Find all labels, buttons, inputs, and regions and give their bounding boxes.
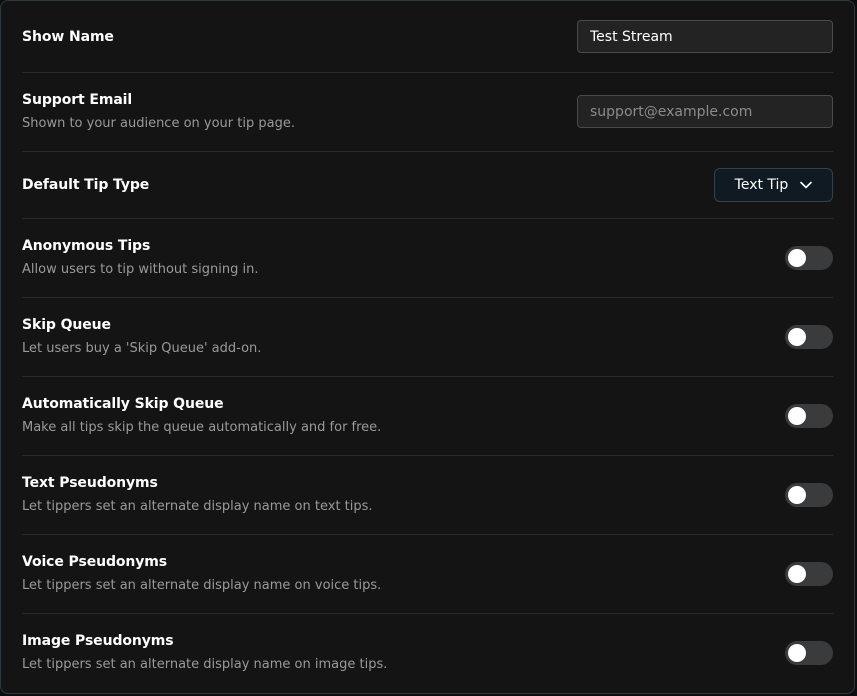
auto-skip-queue-label: Automatically Skip Queue <box>22 396 224 412</box>
toggle-knob <box>788 564 806 583</box>
text-pseudonyms-label: Text Pseudonyms <box>22 475 158 491</box>
setting-row-voice-pseudonyms: Voice Pseudonyms Let tippers set an alte… <box>22 534 833 614</box>
voice-pseudonyms-description: Let tippers set an alternate display nam… <box>22 578 382 593</box>
voice-pseudonyms-label: Voice Pseudonyms <box>22 554 168 570</box>
setting-text: Image Pseudonyms Let tippers set an alte… <box>22 633 387 672</box>
setting-row-show-name: Show Name <box>22 1 833 73</box>
default-tip-type-select[interactable]: Text Tip <box>714 167 833 202</box>
anonymous-tips-label: Anonymous Tips <box>22 238 151 254</box>
toggle-knob <box>788 248 806 267</box>
default-tip-type-value: Text Tip <box>734 176 789 193</box>
auto-skip-queue-toggle[interactable] <box>785 403 833 428</box>
toggle-knob <box>788 406 806 425</box>
setting-row-image-pseudonyms: Image Pseudonyms Let tippers set an alte… <box>22 613 833 692</box>
default-tip-type-label: Default Tip Type <box>22 176 150 193</box>
setting-row-default-tip-type: Default Tip Type Text Tip <box>22 151 833 219</box>
text-pseudonyms-toggle[interactable] <box>785 482 833 507</box>
auto-skip-queue-description: Make all tips skip the queue automatical… <box>22 420 382 435</box>
setting-text: Voice Pseudonyms Let tippers set an alte… <box>22 554 381 593</box>
skip-queue-description: Let users buy a 'Skip Queue' add-on. <box>22 341 262 356</box>
anonymous-tips-toggle[interactable] <box>785 245 833 270</box>
chevron-down-icon <box>800 181 813 189</box>
toggle-knob <box>788 643 806 662</box>
support-email-label: Support Email <box>22 92 133 108</box>
setting-row-skip-queue: Skip Queue Let users buy a 'Skip Queue' … <box>22 297 833 377</box>
setting-row-anonymous-tips: Anonymous Tips Allow users to tip withou… <box>22 218 833 298</box>
toggle-knob <box>788 327 806 346</box>
skip-queue-label: Skip Queue <box>22 317 111 333</box>
anonymous-tips-description: Allow users to tip without signing in. <box>22 262 259 277</box>
setting-text: Support Email Shown to your audience on … <box>22 92 295 131</box>
text-pseudonyms-description: Let tippers set an alternate display nam… <box>22 499 373 514</box>
setting-text: Show Name <box>22 29 114 45</box>
support-email-description: Shown to your audience on your tip page. <box>22 116 295 131</box>
setting-row-auto-skip-queue: Automatically Skip Queue Make all tips s… <box>22 376 833 456</box>
voice-pseudonyms-toggle[interactable] <box>785 561 833 586</box>
show-name-input[interactable] <box>577 20 833 53</box>
show-name-label: Show Name <box>22 28 114 45</box>
skip-queue-toggle[interactable] <box>785 324 833 349</box>
image-pseudonyms-toggle[interactable] <box>785 640 833 665</box>
setting-text: Skip Queue Let users buy a 'Skip Queue' … <box>22 317 261 356</box>
setting-text: Text Pseudonyms Let tippers set an alter… <box>22 475 373 514</box>
setting-row-text-pseudonyms: Text Pseudonyms Let tippers set an alter… <box>22 455 833 535</box>
setting-text: Default Tip Type <box>22 177 149 193</box>
support-email-input[interactable] <box>577 95 833 128</box>
toggle-knob <box>788 485 806 504</box>
setting-row-support-email: Support Email Shown to your audience on … <box>22 72 833 152</box>
setting-text: Automatically Skip Queue Make all tips s… <box>22 396 381 435</box>
setting-text: Anonymous Tips Allow users to tip withou… <box>22 238 258 277</box>
image-pseudonyms-description: Let tippers set an alternate display nam… <box>22 657 388 672</box>
image-pseudonyms-label: Image Pseudonyms <box>22 633 174 649</box>
settings-panel: Show Name Support Email Shown to your au… <box>0 0 855 694</box>
